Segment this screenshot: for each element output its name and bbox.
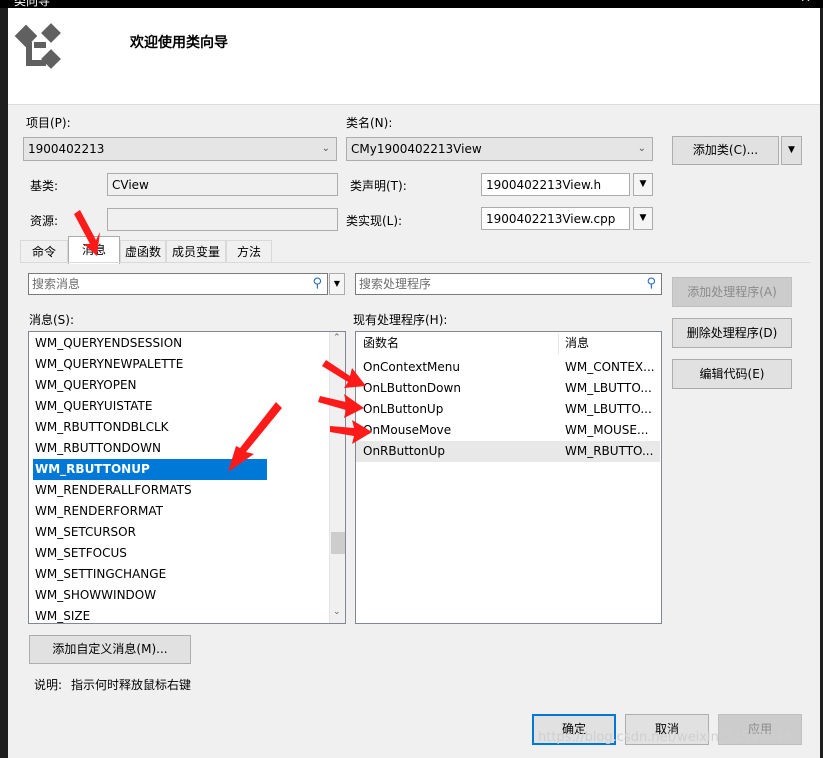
list-item[interactable]: WM_QUERYOPEN — [35, 375, 137, 396]
search-options-dropdown[interactable]: ▼ — [329, 273, 345, 295]
class-impl-value: 1900402213View.cpp — [486, 212, 616, 226]
tab-label: 方法 — [236, 245, 261, 259]
list-item[interactable]: WM_QUERYENDSESSION — [35, 333, 182, 354]
list-item[interactable]: WM_RBUTTONDOWN — [35, 438, 161, 459]
chevron-down-icon: ⌄ — [321, 143, 330, 154]
table-row[interactable]: OnContextMenu WM_CONTEX... — [356, 357, 660, 378]
banner-title: 欢迎使用类向导 — [130, 35, 228, 51]
messages-listbox[interactable]: WM_QUERYENDSESSION WM_QUERYNEWPALETTE WM… — [28, 331, 346, 624]
base-class-value: CView — [112, 178, 149, 192]
class-decl-label: 类声明(T): — [350, 179, 407, 193]
add-custom-message-button[interactable]: 添加自定义消息(M)... — [29, 635, 191, 664]
tab-commands[interactable]: 命令 — [20, 240, 68, 262]
handler-msg: WM_LBUTTO... — [565, 381, 652, 395]
handlers-label: 现有处理程序(H): — [353, 313, 448, 327]
classname-label: 类名(N): — [346, 116, 393, 130]
list-item[interactable]: WM_QUERYNEWPALETTE — [35, 354, 183, 375]
list-item[interactable]: WM_RENDERFORMAT — [35, 501, 163, 522]
handler-func: OnContextMenu — [363, 360, 461, 374]
messages-scrollbar[interactable]: ⌃ ⌄ — [329, 332, 345, 623]
base-class-field: CView — [107, 173, 338, 196]
project-combo[interactable]: 1900402213 ⌄ — [23, 137, 337, 161]
tab-label: 消息 — [81, 243, 106, 257]
search-messages-placeholder: 搜索消息 — [32, 277, 81, 291]
project-label: 项目(P): — [26, 116, 71, 130]
tab-divider — [20, 262, 810, 263]
search-icon[interactable]: ⚲ — [646, 274, 656, 294]
add-custom-message-label: 添加自定义消息(M)... — [52, 642, 168, 656]
chevron-down-icon: ⌄ — [637, 143, 646, 154]
handler-msg: WM_RBUTTO... — [565, 444, 654, 458]
classname-combo[interactable]: CMy1900402213View ⌄ — [346, 137, 653, 161]
chevron-down-icon[interactable]: ⌄ — [333, 607, 341, 617]
description-text: 指示何时释放鼠标右键 — [71, 678, 192, 692]
handler-func: OnMouseMove — [363, 423, 452, 437]
wizard-banner: 欢迎使用类向导 — [8, 8, 820, 105]
handler-msg: WM_CONTEX... — [565, 360, 655, 374]
handler-func: OnRButtonUp — [363, 444, 445, 458]
list-item-selected[interactable]: WM_RBUTTONUP — [33, 459, 267, 480]
class-wizard-icon — [14, 23, 61, 69]
add-handler-label: 添加处理程序(A) — [687, 285, 777, 299]
close-icon[interactable]: ✕ — [800, 0, 811, 6]
edit-code-button[interactable]: 编辑代码(E) — [672, 359, 792, 389]
class-impl-label: 类实现(L): — [346, 214, 403, 228]
table-row[interactable]: OnLButtonUp WM_LBUTTO... — [356, 399, 660, 420]
handler-func: OnLButtonUp — [363, 402, 444, 416]
tab-messages[interactable]: 消息 — [68, 236, 120, 264]
resource-field — [107, 208, 338, 231]
tab-methods[interactable]: 方法 — [226, 240, 272, 262]
class-decl-value: 1900402213View.h — [486, 178, 602, 192]
handler-msg: WM_MOUSE... — [565, 423, 649, 437]
table-row[interactable]: OnMouseMove WM_MOUSE... — [356, 420, 660, 441]
handler-msg: WM_LBUTTO... — [565, 402, 652, 416]
list-item[interactable]: WM_SETFOCUS — [35, 543, 127, 564]
chevron-up-icon[interactable]: ⌃ — [333, 333, 341, 343]
resource-label: 资源: — [30, 214, 59, 228]
watermark: https://blog.csdn.net/weixin_51599044 — [538, 730, 792, 745]
search-messages-input[interactable]: 搜索消息 ⚲ — [28, 273, 328, 295]
class-impl-dropdown[interactable]: ▼ — [633, 207, 653, 230]
tab-label: 成员变量 — [171, 245, 220, 259]
tab-label: 虚函数 — [124, 245, 161, 259]
list-item[interactable]: WM_SETCURSOR — [35, 522, 136, 543]
table-row[interactable]: OnLButtonDown WM_LBUTTO... — [356, 378, 660, 399]
window-title-bar: 类向导 ✕ — [0, 0, 823, 8]
list-item[interactable]: WM_SIZE — [35, 606, 90, 623]
class-wizard-dialog: 欢迎使用类向导 项目(P): 1900402213 ⌄ 类名(N): CMy19… — [8, 8, 820, 758]
search-handlers-input[interactable]: 搜索处理程序 ⚲ — [355, 273, 662, 295]
project-value: 1900402213 — [28, 142, 105, 156]
classname-value: CMy1900402213View — [351, 142, 482, 156]
list-item[interactable]: WM_RBUTTONDBLCLK — [35, 417, 169, 438]
scrollbar-thumb[interactable] — [331, 532, 345, 554]
delete-handler-label: 删除处理程序(D) — [686, 326, 778, 340]
table-row-highlighted[interactable]: OnRButtonUp WM_RBUTTO... — [356, 441, 660, 462]
base-class-label: 基类: — [30, 179, 59, 193]
class-decl-field[interactable]: 1900402213View.h — [481, 173, 630, 196]
tab-member-variables[interactable]: 成员变量 — [166, 240, 226, 262]
delete-handler-button[interactable]: 删除处理程序(D) — [672, 318, 792, 348]
tab-label: 命令 — [31, 245, 56, 259]
add-class-dropdown[interactable]: ▼ — [781, 136, 802, 165]
handler-func: OnLButtonDown — [363, 381, 461, 395]
search-handlers-placeholder: 搜索处理程序 — [359, 277, 432, 291]
class-impl-field[interactable]: 1900402213View.cpp — [481, 207, 630, 230]
edit-code-label: 编辑代码(E) — [699, 367, 765, 381]
search-icon[interactable]: ⚲ — [312, 274, 322, 294]
column-divider — [558, 334, 559, 354]
list-item[interactable]: WM_SHOWWINDOW — [35, 585, 156, 606]
list-item[interactable]: WM_QUERYUISTATE — [35, 396, 152, 417]
list-item[interactable]: WM_RENDERALLFORMATS — [35, 480, 192, 501]
handlers-listview[interactable]: 函数名 消息 OnContextMenu WM_CONTEX... OnLBut… — [355, 331, 662, 624]
messages-label: 消息(S): — [29, 313, 75, 327]
column-header-function[interactable]: 函数名 — [363, 332, 399, 354]
add-handler-button[interactable]: 添加处理程序(A) — [672, 277, 792, 307]
add-class-label: 添加类(C)... — [692, 143, 759, 157]
class-decl-dropdown[interactable]: ▼ — [633, 173, 653, 196]
column-header-message[interactable]: 消息 — [565, 332, 589, 354]
description-label: 说明: — [34, 678, 63, 692]
list-item[interactable]: WM_SETTINGCHANGE — [35, 564, 166, 585]
tab-virtual-functions[interactable]: 虚函数 — [120, 240, 166, 262]
add-class-button[interactable]: 添加类(C)... — [672, 136, 779, 165]
